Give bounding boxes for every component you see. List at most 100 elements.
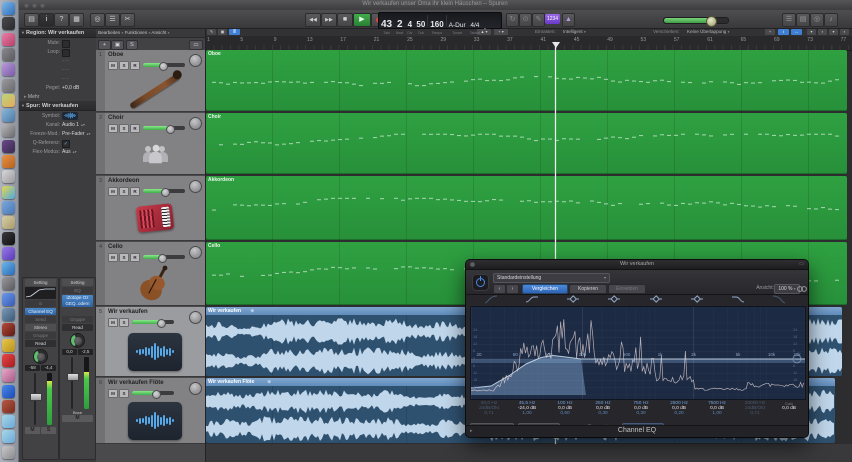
- track-name[interactable]: Choir: [108, 115, 124, 121]
- mute-button[interactable]: M: [25, 427, 40, 434]
- volume-knob[interactable]: [166, 124, 176, 134]
- track-volume-slider[interactable]: [143, 253, 185, 263]
- track-pan-knob[interactable]: [189, 246, 202, 259]
- track-s-button[interactable]: S: [119, 388, 129, 398]
- track-pan-knob[interactable]: [189, 117, 202, 130]
- dock-icon-trash[interactable]: [2, 445, 15, 459]
- master-volume-slider[interactable]: [663, 16, 729, 27]
- group-slot[interactable]: Gruppe: [25, 332, 56, 339]
- eq-band-5-bell-icon[interactable]: [635, 293, 676, 305]
- cycle-button[interactable]: ↻: [506, 13, 519, 27]
- catch-icon[interactable]: ▣: [218, 29, 227, 35]
- bar-ruler[interactable]: 1 5 9 13 17 21 25 29 33 37 41 45 49 53 57 61 65 69 73 77: [205, 36, 852, 51]
- region-akkordeon[interactable]: Akkordeon: [206, 176, 847, 240]
- input-slot[interactable]: ⊙: [25, 300, 56, 307]
- midi-in-icon[interactable]: ≣: [229, 29, 240, 35]
- dock-icon-folder-blue[interactable]: [2, 200, 15, 214]
- eq-band-6-bell-icon[interactable]: [676, 293, 717, 305]
- mute-button[interactable]: M: [62, 415, 93, 422]
- dock-icon-vlc[interactable]: [2, 155, 15, 168]
- track-s-button[interactable]: S: [119, 317, 129, 327]
- channel-eq-plugin-window[interactable]: Wir verkaufen ▭ Standardeinstellung ▾ ‹ ›…: [466, 260, 808, 437]
- track-header-6[interactable]: 6 Wir verkaufen Flöte M S: [96, 378, 205, 444]
- track-name[interactable]: Wir verkaufen Flöte: [108, 380, 164, 386]
- list-editor-button[interactable]: ☰: [782, 13, 796, 27]
- plugin-link-corner-icon[interactable]: ▭: [799, 261, 804, 267]
- plugin-power-button[interactable]: [472, 274, 489, 291]
- dock-icon-preview[interactable]: [2, 109, 15, 123]
- track-pan-knob[interactable]: [189, 180, 202, 193]
- solo-button[interactable]: S: [41, 427, 56, 434]
- track-volume-slider[interactable]: [143, 124, 185, 134]
- cmd-click-tool-menu[interactable]: + ▾: [494, 29, 508, 35]
- track-m-button[interactable]: M: [108, 317, 118, 327]
- track-header-5[interactable]: 5 Wir verkaufen M S: [96, 307, 205, 377]
- dock-icon-paint[interactable]: [2, 369, 15, 383]
- track-volume-slider[interactable]: [143, 187, 185, 197]
- eq-band-4-values[interactable]: 250 Hz 0,0 dB 0,30: [584, 401, 622, 425]
- media-browser-button[interactable]: ♪: [824, 13, 838, 27]
- send-slot[interactable]: Send: [25, 316, 56, 323]
- waveform-zoom-button[interactable]: ▾: [807, 29, 816, 35]
- dock-icon-color-sync[interactable]: [2, 185, 15, 199]
- marquee-zoom-button[interactable]: I: [778, 29, 789, 35]
- eq-band-7-values[interactable]: 7500 Hz 0,0 dB 1,00: [698, 401, 736, 425]
- track-header-1[interactable]: 1 Oboe M S R: [96, 50, 205, 112]
- menu-funktionen[interactable]: Funktionen ▾: [125, 30, 151, 35]
- mixer-button[interactable]: ☰: [105, 13, 120, 27]
- volume-knob[interactable]: [152, 389, 162, 399]
- note-pad-button[interactable]: ▤: [796, 13, 810, 27]
- dock-icon-automator[interactable]: [2, 78, 15, 92]
- track-header-2[interactable]: 2 Choir M S R: [96, 113, 205, 175]
- volume-knob[interactable]: [161, 187, 170, 197]
- eq-band-2-lowshelf-icon[interactable]: [511, 293, 552, 305]
- inspector-select[interactable]: Pre-Fader ▴▾: [62, 131, 91, 137]
- dock-icon-launchpad[interactable]: [2, 17, 15, 31]
- dock-icon-imovie[interactable]: [2, 139, 15, 153]
- dock-icon-folder-1[interactable]: [2, 415, 15, 429]
- dock-icon-chess[interactable]: [2, 124, 15, 138]
- track-name[interactable]: Oboe: [108, 52, 123, 58]
- track-r-button[interactable]: R: [130, 123, 140, 133]
- dock-icon-disc[interactable]: [2, 231, 15, 245]
- menu-bearbeiten[interactable]: Bearbeiten ▾: [98, 30, 123, 35]
- playhead-handle[interactable]: [551, 42, 560, 48]
- pencil-icon[interactable]: ✎: [207, 29, 216, 35]
- eq-band-1-values[interactable]: 20,0 Hz 24dB/Okt 0,71: [470, 401, 508, 425]
- inspector-button[interactable]: i: [39, 13, 54, 27]
- insert-izotope[interactable]: iZotope Oz GEQ..odern: [62, 295, 93, 307]
- region-inspector-header[interactable]: ▼Region: Wir verkaufen: [18, 28, 96, 38]
- fader-cap[interactable]: [67, 373, 79, 381]
- track-header-4[interactable]: 4 Cello M S R: [96, 242, 205, 306]
- volume-knob[interactable]: [706, 16, 718, 27]
- track-symbol-icon[interactable]: [62, 111, 78, 120]
- dock-icon-textedit[interactable]: [2, 216, 15, 230]
- dock-icon-utility[interactable]: [2, 170, 15, 184]
- eq-band-4-bell-icon[interactable]: [594, 293, 635, 305]
- track-volume-slider[interactable]: [132, 389, 174, 399]
- output-slot[interactable]: Stereo: [25, 324, 56, 331]
- track-volume-slider[interactable]: [143, 61, 185, 71]
- link-icon[interactable]: [796, 285, 808, 293]
- eq-thumbnail[interactable]: [25, 287, 56, 299]
- eq-slot[interactable]: EQ: [62, 287, 93, 294]
- track-name[interactable]: Wir verkaufen: [108, 309, 148, 315]
- play-button[interactable]: ▶: [353, 13, 371, 27]
- eq-band-2-values[interactable]: 45,5 Hz -24,0 dB 1,00: [508, 401, 546, 425]
- dock-icon-photos[interactable]: [2, 93, 15, 107]
- track-display-mode-button[interactable]: ▭: [189, 40, 203, 50]
- region-oboe[interactable]: Oboe: [206, 50, 847, 111]
- region-choir[interactable]: Choir: [206, 113, 847, 174]
- dock-icon-disk-utility[interactable]: [2, 47, 15, 61]
- track-s-button[interactable]: S: [119, 252, 129, 262]
- stop-button[interactable]: ■: [337, 13, 353, 27]
- track-m-button[interactable]: M: [108, 60, 118, 70]
- track-m-button[interactable]: M: [108, 252, 118, 262]
- dock-icon-safari[interactable]: [2, 262, 15, 276]
- channel-fader[interactable]: [62, 357, 93, 409]
- automation-mode[interactable]: Read: [25, 340, 56, 347]
- dock-icon-itunes[interactable]: [2, 63, 15, 77]
- solo-safe-button[interactable]: S: [126, 40, 138, 50]
- volume-knob[interactable]: [156, 318, 166, 328]
- dock-icon-photo-booth[interactable]: [2, 32, 15, 46]
